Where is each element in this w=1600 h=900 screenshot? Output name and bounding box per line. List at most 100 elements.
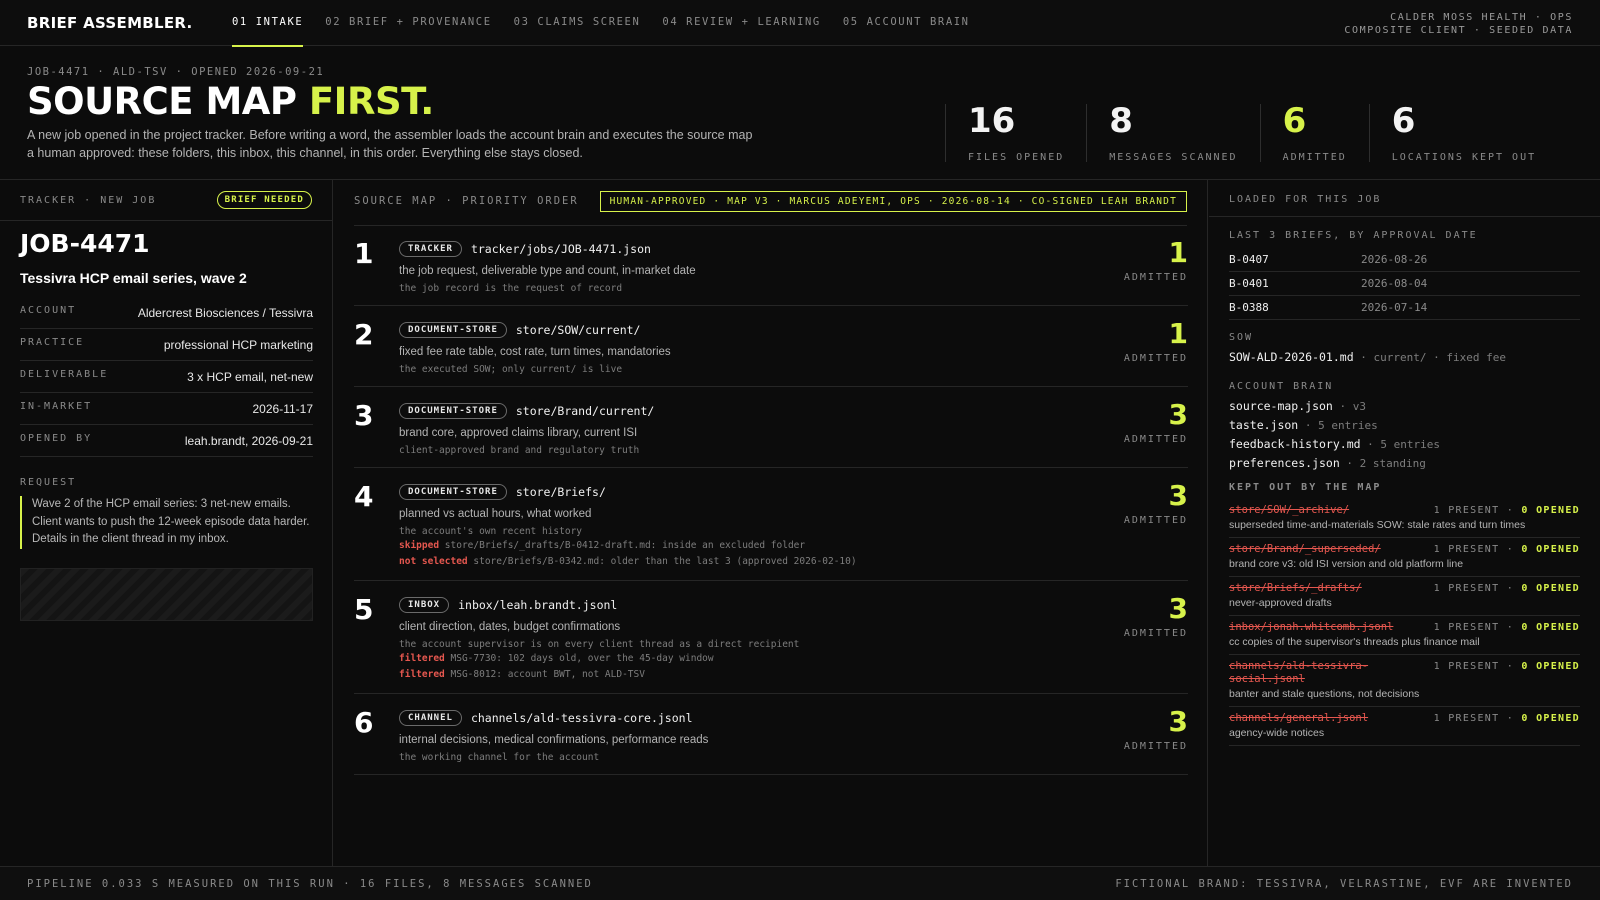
attachment-placeholder: [20, 568, 313, 621]
field-value: professional HCP marketing: [163, 337, 313, 352]
admitted-count-value: 1: [1168, 236, 1188, 269]
stat-value: 6: [1282, 101, 1307, 141]
kept-out-present: 1 PRESENT ·: [1433, 661, 1522, 672]
brain-file[interactable]: source-map.json · v3: [1229, 397, 1580, 416]
brain-file[interactable]: preferences.json · 2 standing: [1229, 454, 1580, 473]
exclusion-tag: filtered: [399, 653, 445, 664]
source-path[interactable]: store/Brand/current/: [516, 404, 654, 418]
tab-claims-screen[interactable]: 03 CLAIMS SCREEN: [514, 0, 641, 46]
kept-out-label: KEPT OUT BY THE MAP: [1229, 482, 1382, 493]
kept-out-description: never-approved drafts: [1229, 597, 1332, 609]
source-heading: INBOX inbox/leah.brandt.jsonl: [399, 595, 1188, 615]
job-id: JOB-4471: [20, 229, 150, 258]
source-description: client direction, dates, budget confirma…: [399, 621, 621, 633]
admitted-count-label: ADMITTED: [1123, 741, 1188, 752]
tab-brief-provenance[interactable]: 02 BRIEF + PROVENANCE: [325, 0, 491, 46]
kept-out-path: channels/general.jsonl: [1229, 712, 1369, 724]
account-brain-section: ACCOUNT BRAIN source-map.json · v3 taste…: [1229, 381, 1580, 473]
kept-out-description: agency-wide notices: [1229, 727, 1325, 739]
field-value: 3 x HCP email, net-new: [187, 369, 313, 384]
source-exclusion: filtered MSG-8012: account BWT, not ALD-…: [399, 667, 1188, 683]
source-row[interactable]: 5 INBOX inbox/leah.brandt.jsonl client dire…: [354, 581, 1188, 694]
kept-out-path: store/Brand/_superseded/: [1229, 543, 1381, 555]
kept-out-path: store/SOW/_archive/: [1229, 504, 1350, 516]
stat-label: LOCATIONS KEPT OUT: [1391, 152, 1537, 163]
kept-out-row: store/Briefs/_drafts/1 PRESENT · 0 OPENE…: [1229, 577, 1580, 616]
source-row[interactable]: 1 TRACKER tracker/jobs/JOB-4471.json the jo…: [354, 225, 1188, 306]
source-heading: DOCUMENT-STORE store/Briefs/: [399, 482, 1188, 502]
source-path[interactable]: channels/ald-tessivra-core.jsonl: [471, 711, 693, 725]
source-note: the account supervisor is on every clien…: [399, 639, 800, 650]
kept-out-path: inbox/jonah.whitcomb.jsonl: [1229, 621, 1394, 633]
source-path[interactable]: store/Briefs/: [516, 485, 606, 499]
source-row[interactable]: 4 DOCUMENT-STORE store/Briefs/planned vs a…: [354, 468, 1188, 581]
brain-file[interactable]: taste.json · 5 entries: [1229, 416, 1580, 435]
stat-locations-kept-out: 6 LOCATIONS KEPT OUT: [1368, 101, 1558, 163]
source-row[interactable]: 3 DOCUMENT-STORE store/Brand/current/brand…: [354, 387, 1188, 468]
footer-pipeline-info: PIPELINE 0.033 S MEASURED ON THIS RUN · …: [27, 878, 593, 890]
sow-note: · current/ · fixed fee: [1353, 351, 1506, 364]
source-heading: DOCUMENT-STORE store/SOW/current/: [399, 320, 1188, 340]
stat-value: 6: [1391, 101, 1416, 141]
stat-messages-scanned: 8 MESSAGES SCANNED: [1086, 104, 1259, 163]
sow-line[interactable]: SOW-ALD-2026-01.md · current/ · fixed fe…: [1229, 348, 1580, 367]
field-account: ACCOUNT Aldercrest Biosciences / Tessivra: [20, 297, 313, 329]
source-path[interactable]: tracker/jobs/JOB-4471.json: [471, 242, 651, 256]
brief-date: 2026-08-26: [1361, 253, 1428, 266]
loaded-header: LOADED FOR THIS JOB: [1229, 194, 1382, 205]
kept-out-status: 1 PRESENT · 0 OPENED: [1434, 660, 1580, 673]
request-text: Wave 2 of the HCP email series: 3 net-ne…: [20, 496, 313, 549]
source-row[interactable]: 6 CHANNEL channels/ald-tessivra-core.jsonl…: [354, 694, 1188, 775]
stats-row: 16 FILES OPENED 8 MESSAGES SCANNED 6 ADM…: [945, 104, 1558, 166]
source-row[interactable]: 2 DOCUMENT-STORE store/SOW/current/fixed f…: [354, 306, 1188, 387]
admitted-count: 1 ADMITTED: [1124, 317, 1188, 365]
source-path[interactable]: store/SOW/current/: [516, 323, 641, 337]
admitted-count-value: 3: [1168, 479, 1188, 512]
source-map-header: SOURCE MAP · PRIORITY ORDER: [354, 195, 579, 207]
field-key: IN-MARKET: [20, 400, 93, 412]
field-value: leah.brandt, 2026-09-21: [184, 433, 313, 448]
exclusion-tag: skipped: [399, 540, 440, 551]
source-priority: 5: [354, 593, 374, 626]
tab-intake[interactable]: 01 INTAKE: [232, 0, 304, 47]
brief-date: 2026-08-04: [1361, 277, 1428, 290]
field-key: OPENED BY: [20, 432, 93, 444]
field-key: PRACTICE: [20, 336, 85, 348]
field-key: ACCOUNT: [20, 304, 77, 316]
kept-out-description: cc copies of the supervisor's threads pl…: [1229, 636, 1480, 648]
sow-section: SOW SOW-ALD-2026-01.md · current/ · fixe…: [1229, 332, 1580, 367]
brief-row[interactable]: B-0388 2026-07-14: [1229, 296, 1580, 320]
source-note: the job record is the request of record: [399, 283, 623, 294]
kept-out-description: banter and stale questions, not decision…: [1229, 688, 1420, 700]
admitted-count: 3 ADMITTED: [1124, 479, 1188, 527]
tab-review-learning[interactable]: 04 REVIEW + LEARNING: [662, 0, 820, 46]
brain-file-name: preferences.json: [1229, 456, 1340, 470]
brief-row[interactable]: B-0407 2026-08-26: [1229, 248, 1580, 272]
exclusion-text: MSG-8012: account BWT, not ALD-TSV: [450, 669, 645, 680]
divider: [1209, 216, 1600, 217]
kept-out-row: store/SOW/_archive/1 PRESENT · 0 OPENED s…: [1229, 499, 1580, 538]
kept-out-present: 1 PRESENT ·: [1433, 544, 1522, 555]
top-nav: BRIEF ASSEMBLER. 01 INTAKE 02 BRIEF + PR…: [0, 0, 1600, 47]
exclusion-tag: filtered: [399, 669, 445, 680]
exclusion-text: store/Briefs/B-0342.md: older than the l…: [473, 556, 857, 567]
admitted-count-value: 1: [1168, 317, 1188, 350]
kept-out-present: 1 PRESENT ·: [1433, 505, 1522, 516]
job-meta: JOB-4471 · ALD-TSV · OPENED 2026-09-21: [27, 66, 325, 78]
brain-file-note: · 2 standing: [1339, 457, 1426, 470]
footer-disclaimer: FICTIONAL BRAND: TESSIVRA, VELRASTINE, E…: [1115, 878, 1573, 890]
brain-file[interactable]: feedback-history.md · 5 entries: [1229, 435, 1580, 454]
client-subtitle: COMPOSITE CLIENT · SEEDED DATA: [1344, 25, 1573, 36]
brief-row[interactable]: B-0401 2026-08-04: [1229, 272, 1580, 296]
tab-account-brain[interactable]: 05 ACCOUNT BRAIN: [843, 0, 970, 46]
source-path[interactable]: inbox/leah.brandt.jsonl: [458, 598, 617, 612]
job-fields: ACCOUNT Aldercrest Biosciences / Tessivra…: [20, 297, 313, 457]
field-key: DELIVERABLE: [20, 368, 109, 380]
source-type-pill: CHANNEL: [399, 710, 462, 726]
kept-out-opened: 0 OPENED: [1521, 583, 1580, 594]
source-type-pill: DOCUMENT-STORE: [399, 403, 507, 419]
page-title-accent: FIRST.: [308, 80, 434, 123]
source-type-pill: TRACKER: [399, 241, 462, 257]
kept-out-status: 1 PRESENT · 0 OPENED: [1434, 712, 1580, 725]
source-description: fixed fee rate table, cost rate, turn ti…: [399, 346, 671, 358]
